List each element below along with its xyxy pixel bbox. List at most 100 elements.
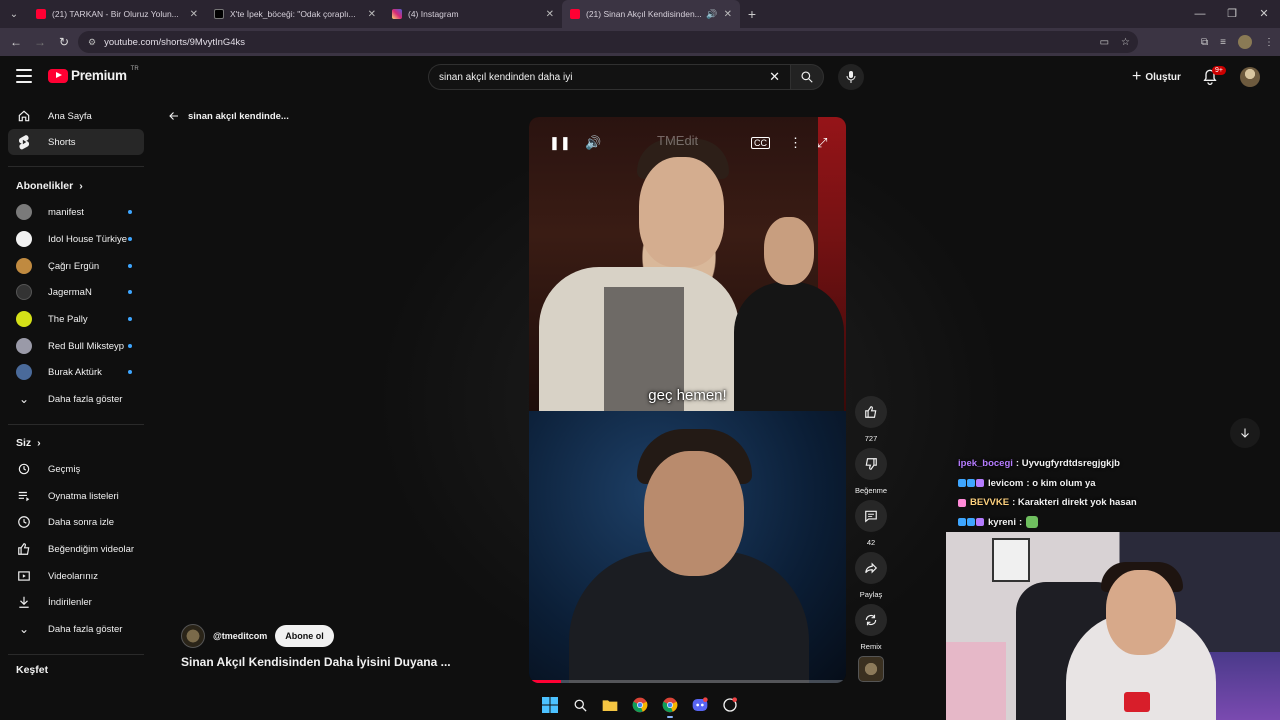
subscribe-button[interactable]: Abone ol: [275, 625, 334, 647]
comment-count: 42: [866, 538, 876, 547]
create-button[interactable]: + Oluştur: [1132, 65, 1181, 89]
sidebar-channel[interactable]: manifest: [8, 199, 144, 225]
sidebar-channel[interactable]: Idol House Türkiye: [8, 226, 144, 252]
minimize-icon[interactable]: —: [1184, 0, 1216, 28]
sidebar-show-more-you[interactable]: ⌄ Daha fazla göster: [8, 616, 144, 642]
channel-avatar: [16, 284, 32, 300]
browser-menu-icon[interactable]: ⋮: [1264, 37, 1274, 48]
restore-icon[interactable]: ❐: [1216, 0, 1248, 28]
discord-icon[interactable]: [690, 695, 710, 715]
sidebar-channel[interactable]: Burak Aktürk: [8, 359, 144, 385]
chat-user: BEVVKE: [970, 497, 1010, 509]
chat-message: ipek_bocegi : Uyvugfyrdtdsregjgkjb: [958, 454, 1278, 474]
media-control-icon[interactable]: ≡: [1220, 37, 1226, 48]
new-tab-button[interactable]: +: [740, 6, 764, 22]
share-button[interactable]: Paylaş: [855, 552, 887, 599]
sidebar-channel[interactable]: Çağrı Ergün: [8, 253, 144, 279]
hamburger-menu-icon[interactable]: [16, 69, 32, 83]
chevron-right-icon: ›: [37, 437, 41, 449]
url-bar[interactable]: ⚙ youtube.com/shorts/9MvytInG4ks ▭ ☆: [78, 31, 1138, 53]
shorts-video-player[interactable]: TMEdit geç hemen! ❚❚ 🔊 CC ⋮ ⤢: [529, 117, 846, 683]
bookmark-star-icon[interactable]: ☆: [1121, 37, 1130, 48]
tab-close-icon[interactable]: ✕: [546, 9, 554, 20]
sidebar-item-downloads[interactable]: İndirilenler: [8, 589, 144, 615]
sidebar-channel[interactable]: JagermaN: [8, 279, 144, 305]
tab-close-icon[interactable]: ✕: [724, 9, 732, 20]
tab-search-chevron-icon[interactable]: ⌄: [0, 0, 28, 28]
browser-tab-active[interactable]: (21) Sinan Akçıl Kendisinden... 🔊 ✕: [562, 0, 740, 28]
sidebar-item-label: Beğendiğim videolar: [48, 543, 135, 555]
sidebar-item-history[interactable]: Geçmiş: [8, 456, 144, 482]
closed-captions-icon[interactable]: CC: [751, 137, 770, 149]
search-icon: [801, 71, 813, 83]
chrome-icon[interactable]: [630, 695, 650, 715]
channel-avatar[interactable]: [181, 624, 205, 648]
pause-icon[interactable]: ❚❚: [549, 135, 571, 151]
arrow-down-icon: [1241, 428, 1249, 438]
channel-label: manifest: [48, 206, 84, 218]
remix-button[interactable]: Remix: [855, 604, 887, 651]
browser-tab[interactable]: (4) Instagram ✕: [384, 0, 562, 28]
thumb-down-icon: [865, 458, 877, 470]
file-explorer-icon[interactable]: [600, 695, 620, 715]
more-options-icon[interactable]: ⋮: [789, 135, 802, 151]
extensions-icon[interactable]: ⧉: [1201, 37, 1208, 48]
sidebar-item-watch-later[interactable]: Daha sonra izle: [8, 509, 144, 535]
cast-icon[interactable]: ▭: [1100, 37, 1109, 48]
youtube-logo[interactable]: Premium TR: [48, 66, 139, 83]
app-icon[interactable]: [720, 695, 740, 715]
next-short-button[interactable]: [1230, 418, 1260, 448]
video-title[interactable]: Sinan Akçıl Kendisinden Daha İyisini Duy…: [181, 655, 451, 669]
sidebar-item-your-videos[interactable]: Videolarınız: [8, 563, 144, 589]
forward-arrow-icon[interactable]: →: [28, 35, 52, 49]
channel-name[interactable]: @tmeditcom: [213, 631, 267, 641]
sidebar-show-more-subscriptions[interactable]: ⌄ Daha fazla göster: [8, 386, 144, 412]
taskbar-search-icon[interactable]: [570, 695, 590, 715]
channel-avatar: [16, 338, 32, 354]
sidebar-item-playlists[interactable]: Oynatma listeleri: [8, 483, 144, 509]
sidebar-channel[interactable]: Red Bull Miksteyp: [8, 333, 144, 359]
sidebar-item-label: Geçmiş: [48, 463, 81, 475]
like-button[interactable]: 727: [855, 396, 887, 443]
tab-title: X'te İpek_böceği: "Odak çoraplı...: [230, 9, 356, 19]
volume-icon[interactable]: 🔊: [585, 135, 601, 151]
search-value: sinan akçıl kendinden daha iyi: [439, 71, 573, 83]
tab-close-icon[interactable]: ✕: [190, 9, 198, 20]
chat-message: kyreni :: [958, 513, 1278, 533]
account-avatar[interactable]: [1240, 67, 1260, 87]
close-window-icon[interactable]: ✕: [1248, 0, 1280, 28]
sound-thumbnail[interactable]: [858, 656, 884, 682]
back-arrow-icon[interactable]: ←: [4, 35, 28, 49]
shorts-back-button[interactable]: sinan akçıl kendinde...: [168, 110, 289, 122]
sidebar-channel[interactable]: The Pally: [8, 306, 144, 332]
chrome-profile-icon[interactable]: [660, 695, 680, 718]
notification-badge: 9+: [1212, 66, 1226, 75]
microphone-icon: [846, 71, 856, 83]
windows-start-icon[interactable]: [540, 695, 560, 715]
search-input[interactable]: sinan akçıl kendinden daha iyi ✕: [428, 64, 790, 90]
comments-button[interactable]: 42: [855, 500, 887, 547]
you-heading[interactable]: Siz ›: [16, 437, 41, 449]
profile-avatar[interactable]: [1238, 35, 1252, 49]
tab-close-icon[interactable]: ✕: [368, 9, 376, 20]
home-icon: [16, 109, 32, 123]
sidebar-item-shorts[interactable]: Shorts: [8, 129, 144, 155]
thumb-up-icon: [16, 542, 32, 556]
sidebar-item-home[interactable]: Ana Sayfa: [8, 103, 144, 129]
site-info-icon[interactable]: ⚙: [88, 37, 96, 48]
browser-tab[interactable]: (21) TARKAN - Bir Oluruz Yolun... ✕: [28, 0, 206, 28]
chat-badges: [958, 498, 966, 507]
fullscreen-icon[interactable]: ⤢: [817, 135, 827, 151]
subscriptions-heading[interactable]: Abonelikler ›: [16, 180, 83, 192]
search-button[interactable]: [790, 64, 824, 90]
sidebar-item-liked-videos[interactable]: Beğendiğim videolar: [8, 536, 144, 562]
sidebar: Ana Sayfa Shorts Abonelikler › manifest …: [0, 98, 152, 720]
browser-tab[interactable]: X'te İpek_böceği: "Odak çoraplı... ✕: [206, 0, 384, 28]
voice-search-button[interactable]: [838, 64, 864, 90]
reload-icon[interactable]: ↻: [52, 35, 76, 49]
clear-search-icon[interactable]: ✕: [769, 69, 780, 85]
video-progress-bar[interactable]: [529, 680, 846, 683]
channel-label: Burak Aktürk: [48, 366, 102, 378]
speaker-icon[interactable]: 🔊: [706, 9, 717, 20]
dislike-button[interactable]: Beğenme: [855, 448, 887, 495]
